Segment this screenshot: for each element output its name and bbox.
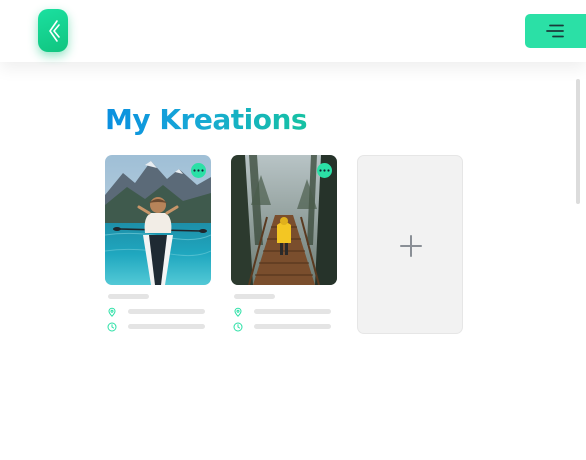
- scrollbar-thumb[interactable]: [576, 79, 580, 204]
- location-placeholder: [254, 309, 331, 314]
- clock-icon: [107, 322, 117, 332]
- hamburger-menu-icon: [546, 24, 564, 38]
- add-kreation-button[interactable]: [357, 155, 463, 334]
- time-placeholder: [128, 324, 205, 329]
- map-pin-icon: [234, 307, 242, 317]
- menu-button[interactable]: [525, 14, 586, 48]
- kreation-card[interactable]: [231, 155, 337, 332]
- title-placeholder: [108, 294, 149, 299]
- kreation-options-button[interactable]: [191, 163, 206, 178]
- vertical-scrollbar[interactable]: [574, 79, 582, 204]
- app-logo[interactable]: [38, 9, 68, 52]
- location-placeholder: [128, 309, 205, 314]
- page-title: My Kreations: [105, 100, 308, 140]
- top-header: [0, 0, 586, 62]
- kreation-card[interactable]: [105, 155, 211, 332]
- more-dots-icon: [193, 169, 204, 172]
- plus-icon: [400, 235, 422, 257]
- map-pin-icon: [108, 307, 116, 317]
- kreation-photo[interactable]: [231, 155, 337, 285]
- my-kreations-page: My Kreations: [0, 0, 586, 460]
- time-placeholder: [254, 324, 331, 329]
- back-chevrons-icon: [49, 19, 60, 42]
- kreation-options-button[interactable]: [317, 163, 332, 178]
- more-dots-icon: [319, 169, 330, 172]
- title-placeholder: [234, 294, 275, 299]
- kreation-photo[interactable]: [105, 155, 211, 285]
- clock-icon: [233, 322, 243, 332]
